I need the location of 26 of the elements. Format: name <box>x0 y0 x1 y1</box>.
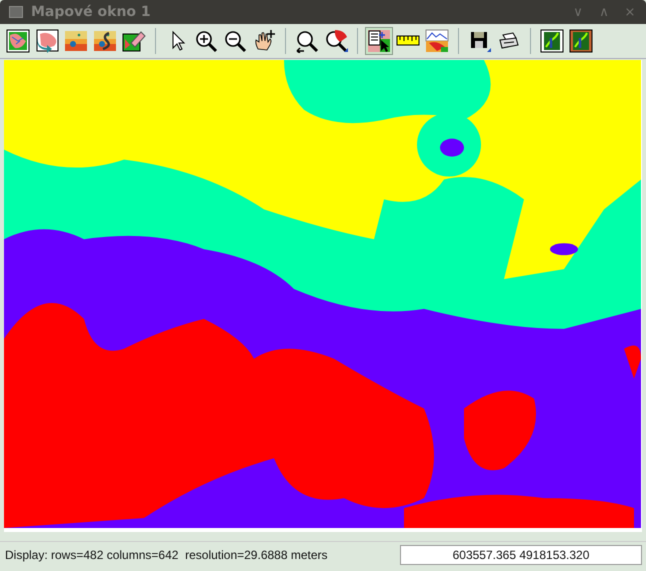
minimize-button[interactable]: ∨ <box>568 4 588 20</box>
profile-button[interactable] <box>423 27 451 55</box>
map-frame-icon <box>540 29 564 53</box>
map-frame-icon <box>569 29 593 53</box>
map-frame-button[interactable] <box>567 27 595 55</box>
window-icon <box>9 6 23 18</box>
eraser-icon <box>122 29 146 53</box>
profile-icon <box>425 29 449 53</box>
coordinates-field: 603557.365 4918153.320 <box>400 545 642 565</box>
close-button[interactable]: × <box>620 4 640 20</box>
maximize-button[interactable]: ∧ <box>594 4 614 20</box>
window-title: Mapové okno 1 <box>31 4 151 20</box>
map-display-icon <box>6 29 30 53</box>
zoom-back-icon <box>295 29 319 53</box>
status-text: Display: rows=482 columns=642 resolution=29.6888 meters <box>5 548 328 562</box>
save-icon <box>468 29 492 53</box>
map-frame-button[interactable] <box>538 27 566 55</box>
zoom-menu-icon <box>324 29 348 53</box>
zoom-out-icon <box>223 29 247 53</box>
redraw-icon <box>35 29 59 53</box>
zoom-in-icon <box>194 29 218 53</box>
query-icon <box>367 29 391 53</box>
map-display-button[interactable] <box>4 27 32 55</box>
query-button[interactable] <box>365 27 393 55</box>
vector-map-icon <box>93 29 117 53</box>
raster-map-icon <box>64 29 88 53</box>
